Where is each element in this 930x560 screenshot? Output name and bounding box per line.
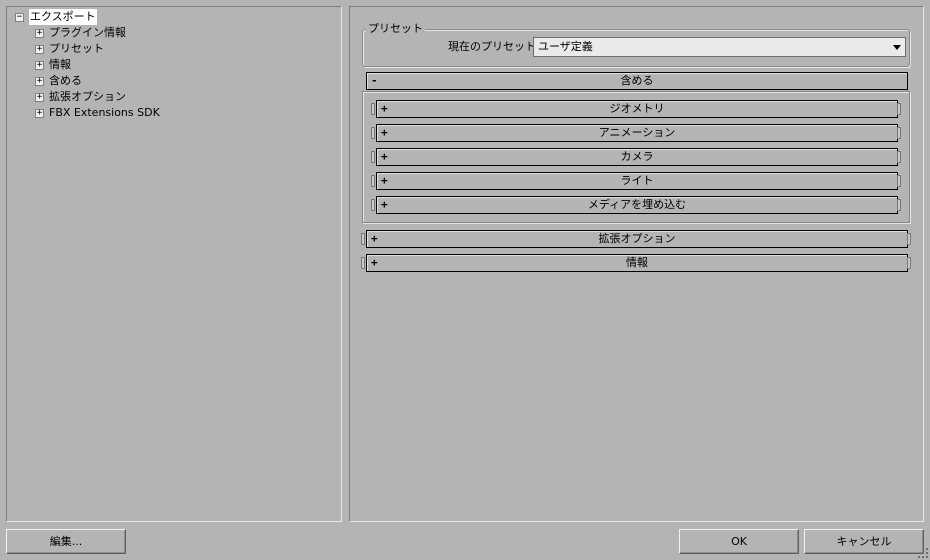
- rollout-cap-right: [897, 127, 901, 139]
- tree-item-label: FBX Extensions SDK: [49, 106, 160, 119]
- expand-icon[interactable]: +: [35, 109, 44, 118]
- rollout-cap-left: [361, 233, 365, 245]
- rollout-embed-media[interactable]: + メディアを埋め込む: [376, 196, 898, 214]
- cancel-button[interactable]: キャンセル: [804, 529, 924, 554]
- settings-tree[interactable]: − エクスポート + プラグイン情報 + プリセット + 情報 + 含める + …: [6, 6, 342, 522]
- expand-icon[interactable]: +: [35, 61, 44, 70]
- tree-item-label: プリセット: [49, 42, 104, 55]
- expand-icon[interactable]: +: [371, 231, 378, 247]
- preset-dropdown-value: ユーザ定義: [538, 40, 593, 53]
- tree-item-label: エクスポート: [29, 9, 97, 25]
- preset-dropdown[interactable]: ユーザ定義: [533, 37, 906, 57]
- resize-grip-icon[interactable]: [918, 548, 928, 558]
- tree-item-label: 拡張オプション: [49, 90, 126, 103]
- rollout-advanced-options[interactable]: + 拡張オプション: [366, 230, 908, 248]
- rollout-include[interactable]: - 含める: [366, 72, 908, 90]
- expand-icon[interactable]: +: [35, 93, 44, 102]
- rollout-cap-left: [371, 103, 375, 115]
- expand-icon[interactable]: +: [371, 255, 378, 271]
- rollout-geometry[interactable]: + ジオメトリ: [376, 100, 898, 118]
- expand-icon[interactable]: +: [35, 45, 44, 54]
- settings-panel: プリセット 現在のプリセット: ユーザ定義 - 含める + ジオメトリ + アニ…: [349, 6, 924, 522]
- rollout-label: 情報: [626, 256, 648, 269]
- rollout-cap-right: [897, 175, 901, 187]
- expand-icon[interactable]: +: [381, 197, 388, 213]
- rollout-info[interactable]: + 情報: [366, 254, 908, 272]
- preset-group-title: プリセット: [366, 22, 425, 36]
- expand-icon[interactable]: +: [381, 173, 388, 189]
- rollout-label: 拡張オプション: [598, 232, 676, 245]
- rollout-cap-left: [371, 175, 375, 187]
- rollout-cap-right: [907, 233, 911, 245]
- rollout-label: ジオメトリ: [609, 102, 665, 115]
- rollout-cap-left: [371, 199, 375, 211]
- rollout-label: アニメーション: [598, 126, 676, 139]
- rollout-cap-right: [897, 151, 901, 163]
- expand-icon[interactable]: +: [381, 149, 388, 165]
- collapse-icon[interactable]: −: [15, 13, 24, 22]
- tree-item-label: 含める: [49, 74, 82, 87]
- rollout-light[interactable]: + ライト: [376, 172, 898, 190]
- ok-button[interactable]: OK: [679, 529, 799, 554]
- rollout-camera[interactable]: + カメラ: [376, 148, 898, 166]
- dropdown-arrow-icon[interactable]: [893, 45, 901, 50]
- rollout-cap-right: [907, 257, 911, 269]
- rollout-cap-left: [371, 151, 375, 163]
- expand-icon[interactable]: +: [381, 101, 388, 117]
- tree-item-label: プラグイン情報: [49, 26, 126, 39]
- expand-icon[interactable]: +: [35, 77, 44, 86]
- rollout-label: カメラ: [620, 150, 654, 163]
- rollout-cap-right: [897, 199, 901, 211]
- rollout-cap-left: [371, 127, 375, 139]
- edit-button[interactable]: 編集...: [6, 529, 126, 554]
- collapse-icon[interactable]: -: [371, 73, 378, 89]
- tree-item-label: 情報: [49, 58, 71, 71]
- rollout-cap-right: [897, 103, 901, 115]
- expand-icon[interactable]: +: [35, 29, 44, 38]
- rollout-cap-left: [361, 257, 365, 269]
- rollout-label: 含める: [620, 74, 654, 87]
- rollout-label: ライト: [620, 174, 654, 187]
- rollout-animation[interactable]: + アニメーション: [376, 124, 898, 142]
- expand-icon[interactable]: +: [381, 125, 388, 141]
- current-preset-label: 現在のプリセット:: [448, 40, 540, 53]
- rollout-label: メディアを埋め込む: [587, 198, 687, 211]
